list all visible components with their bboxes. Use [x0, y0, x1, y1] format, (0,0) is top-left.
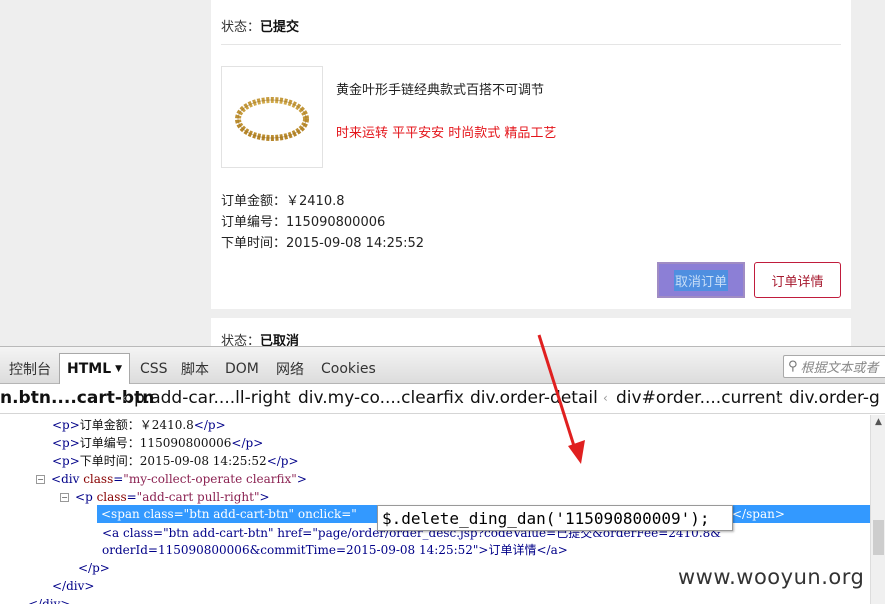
breadcrumb-item[interactable]: n.btn....cart-btn: [0, 388, 154, 408]
collapse-icon[interactable]: −: [60, 493, 69, 502]
breadcrumb-separator-icon: ‹: [776, 391, 781, 405]
attr-value: "add-cart pull-right": [136, 490, 260, 504]
attr-name: class: [96, 490, 127, 504]
order-amount: 订单金额：￥2410.8: [221, 194, 345, 209]
tree-text: 下单时间：2015-09-08 14:25:52: [79, 454, 267, 468]
tab-network[interactable]: 网络: [269, 354, 311, 384]
tree-node[interactable]: </p>: [78, 560, 110, 577]
chevron-down-icon[interactable]: ▼: [115, 364, 122, 374]
tab-cookies[interactable]: Cookies: [314, 354, 383, 384]
search-placeholder: 根据文本或者: [800, 361, 879, 376]
tree-node[interactable]: <p>下单时间：2015-09-08 14:25:52</p>: [52, 453, 299, 470]
collapse-icon[interactable]: −: [36, 475, 45, 484]
tab-css[interactable]: CSS: [133, 354, 175, 384]
breadcrumb-item[interactable]: div#order....current: [616, 388, 783, 408]
tree-node[interactable]: </div>: [52, 578, 94, 595]
selected-node-text: <span class="btn add-cart-btn" onclick=": [101, 507, 357, 521]
tree-node[interactable]: </div>: [28, 596, 70, 604]
status-value: 已取消: [260, 334, 300, 346]
devtools-tab-bar: 控制台 HTML ▼ CSS 脚本 DOM 网络 Cookies ⚲ 根据文本或者: [0, 347, 885, 384]
order-detail-button[interactable]: 订单详情: [754, 262, 841, 298]
order-card: 状态：已提交 黄金叶形手链经典款式百搭不可调节 时来运转 平平安安 时尚款式 精…: [211, 0, 851, 309]
tree-node-continued: orderId=115090800006&commitTime=2015-09-…: [102, 543, 568, 557]
tab-html-label: HTML: [67, 361, 112, 377]
breadcrumb-separator-icon: ‹: [122, 391, 127, 405]
tag-name: p: [85, 490, 93, 504]
selected-node-tail: </span>: [732, 507, 785, 521]
status-value: 已提交: [260, 20, 300, 35]
scroll-up-icon[interactable]: ▲: [871, 415, 885, 430]
order-time: 下单时间：2015-09-08 14:25:52: [221, 236, 425, 251]
tab-dom[interactable]: DOM: [218, 354, 266, 384]
breadcrumb: n.btn....cart-btn ‹ p.add-car....ll-righ…: [0, 384, 885, 414]
tab-html[interactable]: HTML ▼: [59, 353, 131, 384]
tag-name: div: [61, 472, 80, 486]
search-icon: ⚲: [788, 359, 798, 374]
divider: [221, 44, 841, 45]
order-card: 状态：已取消: [211, 318, 851, 346]
attr-name: class: [83, 472, 114, 486]
tree-node[interactable]: <p>订单编号：115090800006</p>: [52, 435, 263, 452]
breadcrumb-separator-icon: ‹: [285, 391, 290, 405]
order-number: 订单编号：115090800006: [221, 215, 386, 230]
search-input[interactable]: ⚲ 根据文本或者: [783, 355, 885, 378]
attr-value: "my-collect-operate clearfix": [123, 472, 297, 486]
breadcrumb-separator-icon: ‹: [603, 391, 608, 405]
breadcrumb-separator-icon: ‹: [458, 391, 463, 405]
tree-node[interactable]: − <p class="add-cart pull-right">: [60, 489, 270, 506]
tree-node[interactable]: <p>订单金额：￥2410.8</p>: [52, 417, 226, 434]
vertical-scrollbar[interactable]: ▲: [870, 415, 885, 604]
scrollbar-thumb[interactable]: [873, 520, 884, 555]
cancel-order-button[interactable]: 取消订单: [657, 262, 745, 298]
breadcrumb-item[interactable]: div.order-detail: [470, 388, 598, 408]
product-name[interactable]: 黄金叶形手链经典款式百搭不可调节: [336, 79, 544, 98]
status-label: 状态：: [221, 334, 261, 346]
tab-console[interactable]: 控制台: [2, 354, 58, 384]
product-tags: 时来运转 平平安安 时尚款式 精品工艺: [336, 126, 557, 141]
tree-text: 订单编号：115090800006: [79, 436, 232, 450]
tree-text: 订单金额：￥2410.8: [79, 418, 194, 432]
product-image[interactable]: [221, 66, 323, 168]
order-list-page: 状态：已提交 黄金叶形手链经典款式百搭不可调节 时来运转 平平安安 时尚款式 精…: [0, 0, 885, 346]
breadcrumb-item[interactable]: div.order-g: [789, 388, 880, 408]
tree-node[interactable]: − <div class="my-collect-operate clearfix…: [36, 471, 307, 488]
order-status: 状态：已提交: [221, 16, 299, 35]
tab-script[interactable]: 脚本: [174, 354, 216, 384]
cancel-order-label: 取消订单: [673, 269, 728, 291]
bracelet-icon: [235, 97, 309, 141]
breadcrumb-item[interactable]: p.add-car....ll-right: [134, 388, 291, 408]
order-status: 状态：已取消: [221, 330, 299, 346]
onclick-tooltip: $.delete_ding_dan('115090800009');: [377, 505, 733, 531]
status-label: 状态：: [221, 20, 261, 35]
breadcrumb-item[interactable]: div.my-co....clearfix: [298, 388, 464, 408]
watermark: www.wooyun.org: [678, 565, 865, 589]
